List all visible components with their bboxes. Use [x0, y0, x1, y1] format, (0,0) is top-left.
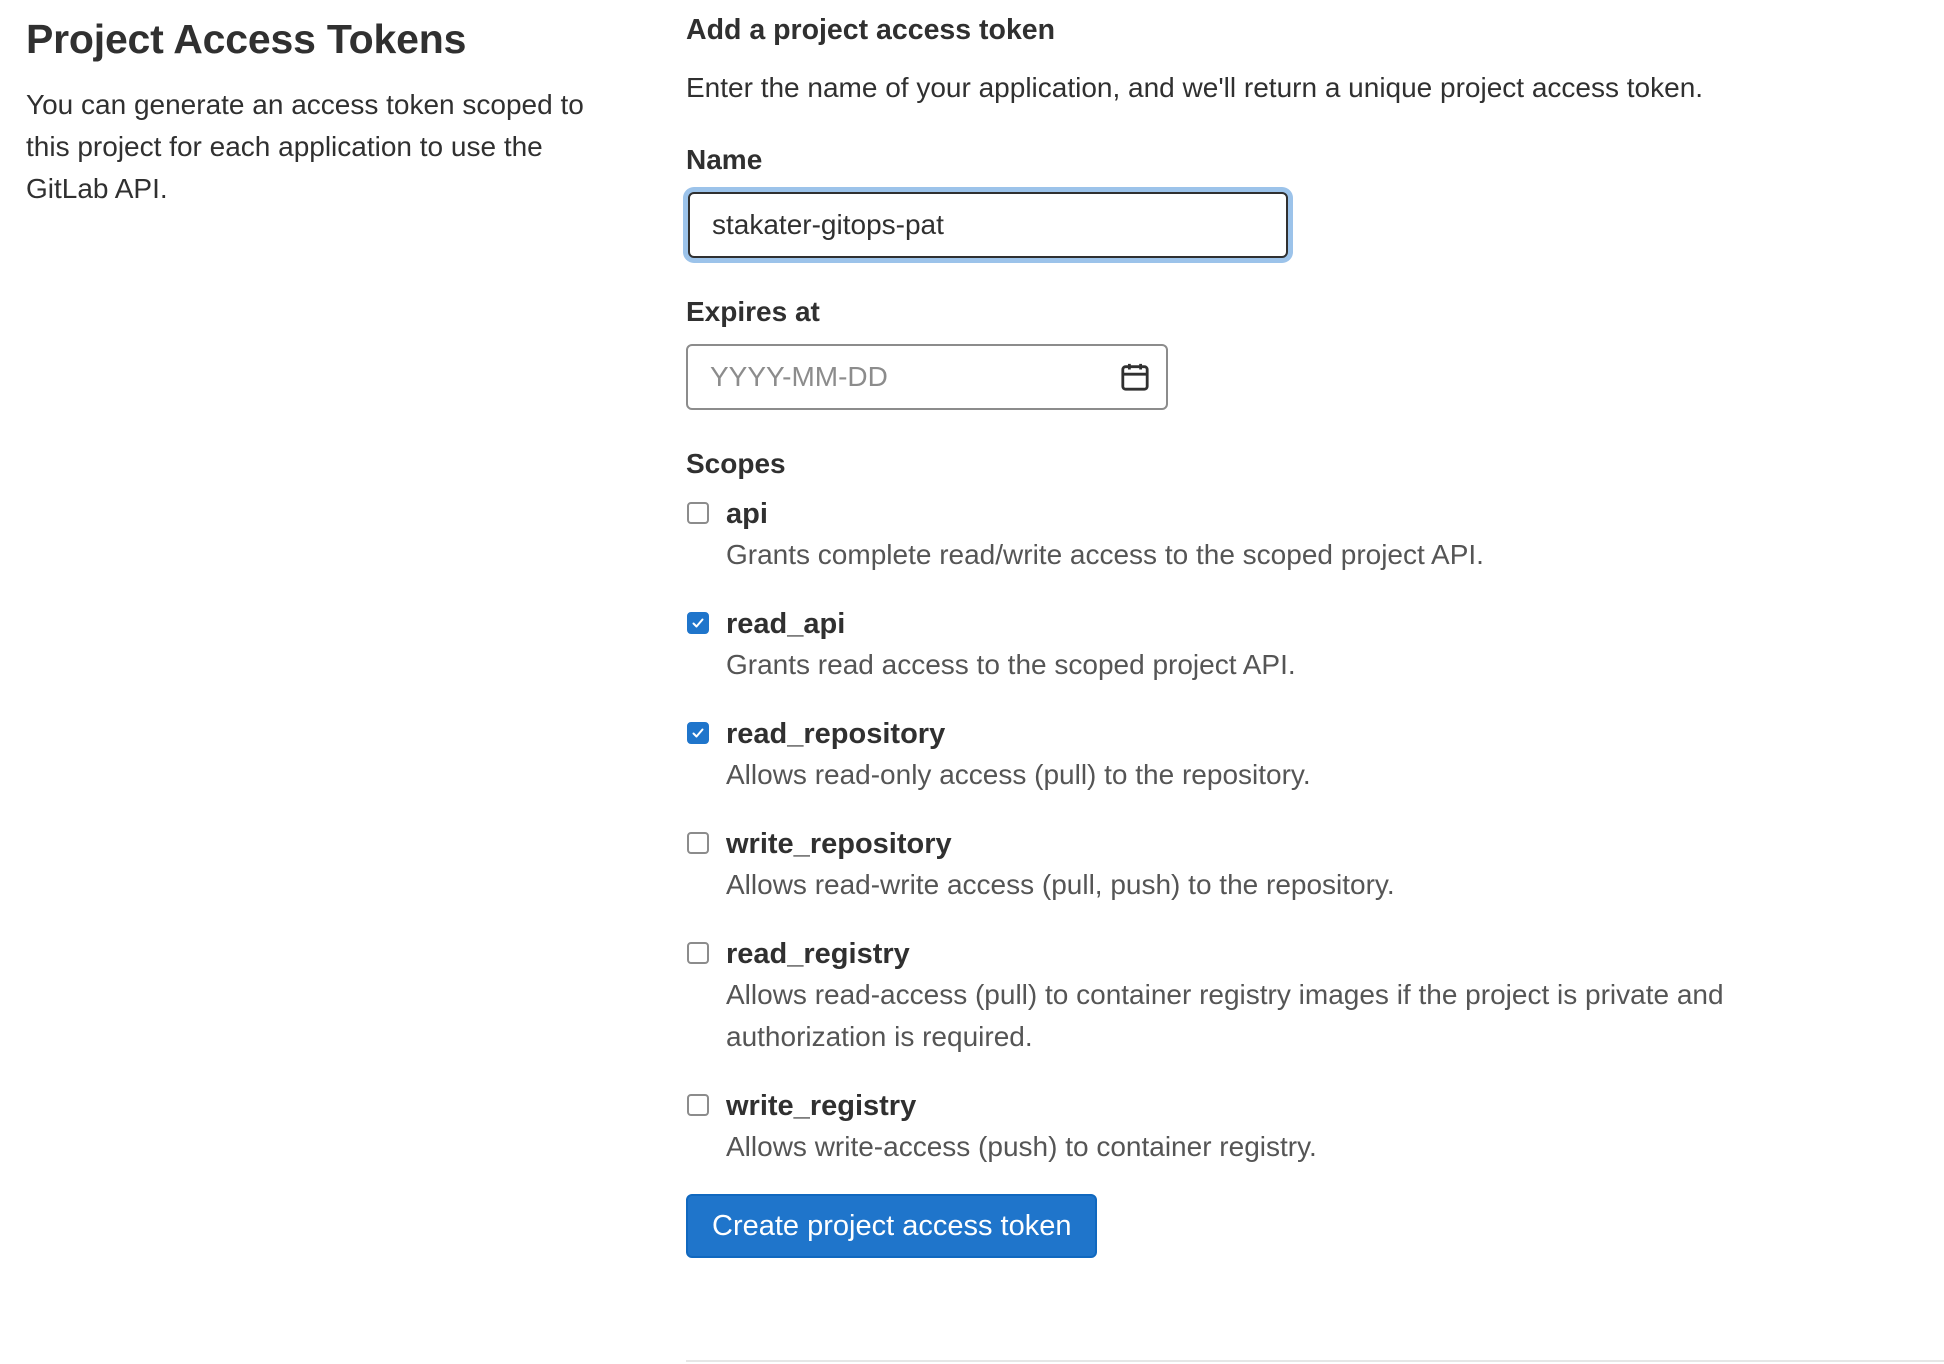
scope-write-registry[interactable]: write_registry Allows write-access (push…	[686, 1086, 1926, 1168]
scope-description: Grants complete read/write access to the…	[726, 539, 1484, 570]
scope-read-registry[interactable]: read_registry Allows read-access (pull) …	[686, 934, 1926, 1058]
access-token-form: Add a project access token Enter the nam…	[686, 10, 1926, 1258]
scopes-label: Scopes	[686, 448, 786, 479]
name-input[interactable]	[688, 192, 1288, 258]
checkmark-icon	[692, 618, 704, 628]
scope-description: Grants read access to the scoped project…	[726, 649, 1296, 680]
scopes-list: api Grants complete read/write access to…	[686, 494, 1926, 1168]
scope-name[interactable]: write_repository	[726, 824, 1926, 864]
section-description: You can generate an access token scoped …	[26, 89, 584, 204]
scope-name[interactable]: write_registry	[726, 1086, 1926, 1126]
expires-label: Expires at	[686, 296, 820, 327]
scope-name[interactable]: read_api	[726, 604, 1926, 644]
scope-description: Allows read-access (pull) to container r…	[726, 979, 1724, 1052]
scope-name[interactable]: read_registry	[726, 934, 1926, 974]
name-label: Name	[686, 144, 763, 175]
scope-checkbox[interactable]	[687, 502, 709, 524]
scope-checkbox[interactable]	[687, 1094, 709, 1116]
form-heading: Add a project access token	[686, 14, 1056, 46]
calendar-icon[interactable]	[1120, 362, 1150, 392]
scope-read-api[interactable]: read_api Grants read access to the scope…	[686, 604, 1926, 686]
scope-checkbox[interactable]	[687, 612, 709, 634]
checkmark-icon	[692, 728, 704, 738]
scope-checkbox[interactable]	[687, 722, 709, 744]
scope-description: Allows write-access (push) to container …	[726, 1131, 1317, 1162]
scope-description: Allows read-only access (pull) to the re…	[726, 759, 1311, 790]
scope-checkbox[interactable]	[687, 832, 709, 854]
scope-write-repository[interactable]: write_repository Allows read-write acces…	[686, 824, 1926, 906]
scope-read-repository[interactable]: read_repository Allows read-only access …	[686, 714, 1926, 796]
scope-name[interactable]: api	[726, 494, 1926, 534]
scope-checkbox[interactable]	[687, 942, 709, 964]
expires-input[interactable]	[688, 346, 1088, 408]
scope-name[interactable]: read_repository	[726, 714, 1926, 754]
settings-section-info: Project Access Tokens You can generate a…	[26, 14, 626, 210]
scope-description: Allows read-write access (pull, push) to…	[726, 869, 1395, 900]
expires-date-field[interactable]	[686, 344, 1168, 410]
scope-api[interactable]: api Grants complete read/write access to…	[686, 494, 1926, 576]
divider	[686, 1360, 1944, 1362]
page-title: Project Access Tokens	[26, 16, 467, 62]
form-intro: Enter the name of your application, and …	[686, 72, 1704, 103]
create-token-button[interactable]: Create project access token	[686, 1194, 1098, 1258]
